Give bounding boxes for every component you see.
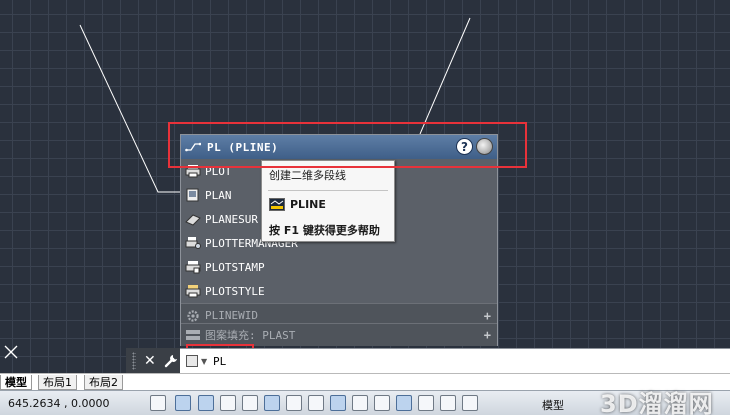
group-hatch-plast[interactable]: 图案填充: PLAST + <box>181 323 497 346</box>
group-label: 图案填充: PLAST <box>205 329 296 342</box>
quick-properties-button[interactable] <box>418 395 434 411</box>
lineweight-button[interactable] <box>374 395 390 411</box>
snap-button[interactable] <box>150 395 166 411</box>
highlight-header-box <box>168 122 527 168</box>
command-prompt-icon[interactable] <box>186 355 198 367</box>
selection-cycling-button[interactable] <box>440 395 456 411</box>
tooltip-command-row: PLINE <box>269 198 326 211</box>
chevron-down-icon[interactable]: ▼ <box>201 357 207 366</box>
tooltip-command-name: PLINE <box>290 198 326 211</box>
command-input-value[interactable]: PL <box>213 355 226 368</box>
otrack-button[interactable] <box>308 395 324 411</box>
coordinate-readout[interactable]: 645.2634 , 0.0000 <box>8 397 109 410</box>
suggestion-plotstamp[interactable]: PLOTSTAMP <box>181 255 497 279</box>
plotter-manager-icon <box>185 237 201 249</box>
suggestion-label: PLOTSTAMP <box>205 260 265 274</box>
plotstamp-icon <box>185 261 201 274</box>
polar-button[interactable] <box>242 395 258 411</box>
suggestion-label: PLOTSTYLE <box>205 284 265 298</box>
tooltip-divider <box>268 190 388 191</box>
suggestion-label: PLANESUR <box>205 212 258 226</box>
expand-icon[interactable]: + <box>484 328 491 342</box>
command-tooltip: 创建二维多段线 PLINE 按 F1 键获得更多帮助 <box>261 160 395 242</box>
osnap-button[interactable] <box>264 395 280 411</box>
dyn-button[interactable] <box>352 395 368 411</box>
close-icon[interactable]: ✕ <box>144 353 156 369</box>
plan-icon <box>186 188 199 202</box>
ducs-button[interactable] <box>330 395 346 411</box>
infer-constraints-button[interactable] <box>175 395 191 411</box>
tooltip-help-hint: 按 F1 键获得更多帮助 <box>269 224 380 237</box>
suggestion-plotstyle[interactable]: PLOTSTYLE <box>181 279 497 303</box>
polyline-left <box>79 24 180 193</box>
gear-icon <box>187 309 199 322</box>
drag-handle[interactable] <box>132 351 136 370</box>
tab-model[interactable]: 模型 <box>0 375 32 390</box>
grid-button[interactable] <box>198 395 214 411</box>
suggestion-label: PLAN <box>205 188 232 202</box>
command-line-input[interactable]: ▼ PL <box>180 348 730 373</box>
pline-command-icon <box>269 198 285 211</box>
model-space-label[interactable]: 模型 <box>542 397 564 413</box>
group-label: PLINEWID <box>205 309 258 322</box>
hatch-icon <box>186 330 200 340</box>
ortho-button[interactable] <box>220 395 236 411</box>
wrench-icon[interactable] <box>164 354 178 368</box>
tab-layout1[interactable]: 布局1 <box>38 375 77 390</box>
tab-layout2[interactable]: 布局2 <box>84 375 123 390</box>
3dosnap-button[interactable] <box>286 395 302 411</box>
planesurf-icon <box>185 214 201 226</box>
plotstyle-icon <box>185 285 201 298</box>
tooltip-description: 创建二维多段线 <box>269 169 346 182</box>
expand-icon[interactable]: + <box>484 309 491 323</box>
command-line-controls: ✕ <box>126 348 180 373</box>
watermark-logo: 3D溜溜网 <box>600 390 714 415</box>
annotation-monitor-button[interactable] <box>462 395 478 411</box>
transparency-button[interactable] <box>396 395 412 411</box>
ucs-icon <box>4 345 18 359</box>
line-right <box>419 17 471 135</box>
